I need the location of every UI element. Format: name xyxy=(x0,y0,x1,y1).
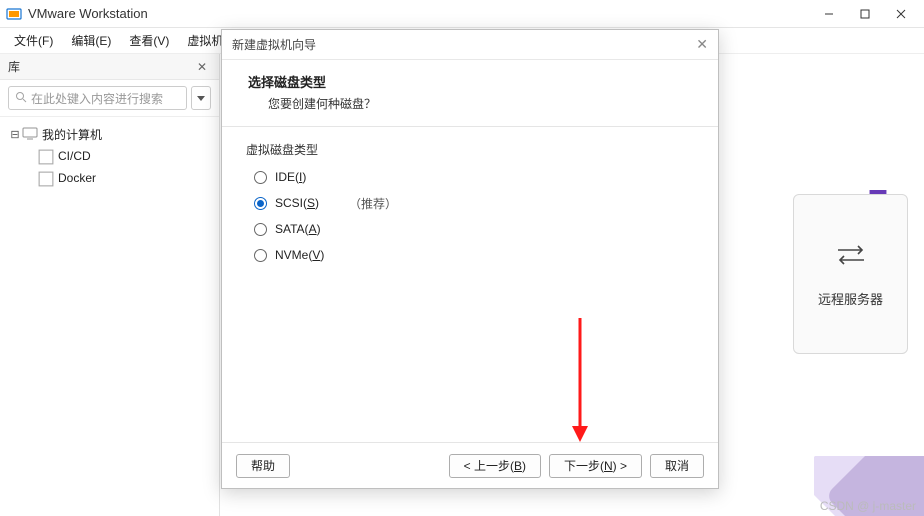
radio-icon xyxy=(254,223,267,236)
window-maximize-button[interactable] xyxy=(848,4,882,24)
library-title: 库 xyxy=(8,58,193,75)
window-titlebar: VMware Workstation xyxy=(0,0,924,28)
dialog-title: 新建虚拟机向导 xyxy=(232,36,316,53)
library-panel: 库 ✕ 在此处键入内容进行搜索 ⊟ 我的计算机 CI/CD xyxy=(0,54,220,516)
computer-icon xyxy=(22,127,38,141)
search-dropdown-button[interactable] xyxy=(191,86,211,110)
remote-server-card[interactable]: 远程服务器 xyxy=(793,194,908,354)
window-minimize-button[interactable] xyxy=(812,4,846,24)
library-tree: ⊟ 我的计算机 CI/CD Docker xyxy=(0,117,219,195)
radio-icon xyxy=(254,197,267,210)
radio-nvme[interactable]: NVMe(V) xyxy=(246,242,694,268)
vm-icon xyxy=(38,149,54,163)
library-close-button[interactable]: ✕ xyxy=(193,60,211,74)
search-placeholder: 在此处键入内容进行搜索 xyxy=(31,90,163,107)
tree-item[interactable]: CI/CD xyxy=(4,145,215,167)
app-icon xyxy=(6,6,22,22)
radio-sata[interactable]: SATA(A) xyxy=(246,216,694,242)
library-search-input[interactable]: 在此处键入内容进行搜索 xyxy=(8,86,187,110)
radio-ide[interactable]: IDE(I) xyxy=(246,164,694,190)
search-icon xyxy=(15,91,27,106)
window-close-button[interactable] xyxy=(884,4,918,24)
back-button[interactable]: < 上一步(B) xyxy=(449,454,541,478)
tree-root-label: 我的计算机 xyxy=(42,126,102,143)
tree-collapse-icon[interactable]: ⊟ xyxy=(8,128,22,141)
dialog-heading: 选择磁盘类型 xyxy=(248,72,692,91)
menu-view[interactable]: 查看(V) xyxy=(121,29,177,52)
radio-hint: （推荐） xyxy=(349,195,397,212)
dialog-subheading: 您要创建何种磁盘？ xyxy=(248,91,692,112)
menu-edit[interactable]: 编辑(E) xyxy=(63,29,119,52)
tree-root[interactable]: ⊟ 我的计算机 xyxy=(4,123,215,145)
menu-file[interactable]: 文件(F) xyxy=(6,29,61,52)
radio-label: SATA(A) xyxy=(275,222,321,236)
radio-label: IDE(I) xyxy=(275,170,306,184)
radio-icon xyxy=(254,249,267,262)
radio-icon xyxy=(254,171,267,184)
next-button[interactable]: 下一步(N) > xyxy=(549,454,642,478)
connect-icon xyxy=(834,241,868,275)
tree-item-label: Docker xyxy=(58,171,96,185)
radio-scsi[interactable]: SCSI(S) （推荐） xyxy=(246,190,694,216)
vm-icon xyxy=(38,171,54,185)
radio-label: NVMe(V) xyxy=(275,248,324,262)
dialog-close-button[interactable]: ✕ xyxy=(696,36,708,53)
dialog-header: 选择磁盘类型 您要创建何种磁盘？ xyxy=(222,60,718,127)
radio-label: SCSI(S) xyxy=(275,196,319,210)
help-button[interactable]: 帮助 xyxy=(236,454,290,478)
window-title: VMware Workstation xyxy=(28,6,148,21)
tree-item-label: CI/CD xyxy=(58,149,91,163)
watermark: CSDN @ j-master xyxy=(820,499,916,513)
disk-type-group-label: 虚拟磁盘类型 xyxy=(246,141,694,158)
new-vm-wizard-dialog: 新建虚拟机向导 ✕ 选择磁盘类型 您要创建何种磁盘？ 虚拟磁盘类型 IDE(I)… xyxy=(221,29,719,489)
cancel-button[interactable]: 取消 xyxy=(650,454,704,478)
tree-item[interactable]: Docker xyxy=(4,167,215,189)
remote-server-label: 远程服务器 xyxy=(818,289,883,308)
